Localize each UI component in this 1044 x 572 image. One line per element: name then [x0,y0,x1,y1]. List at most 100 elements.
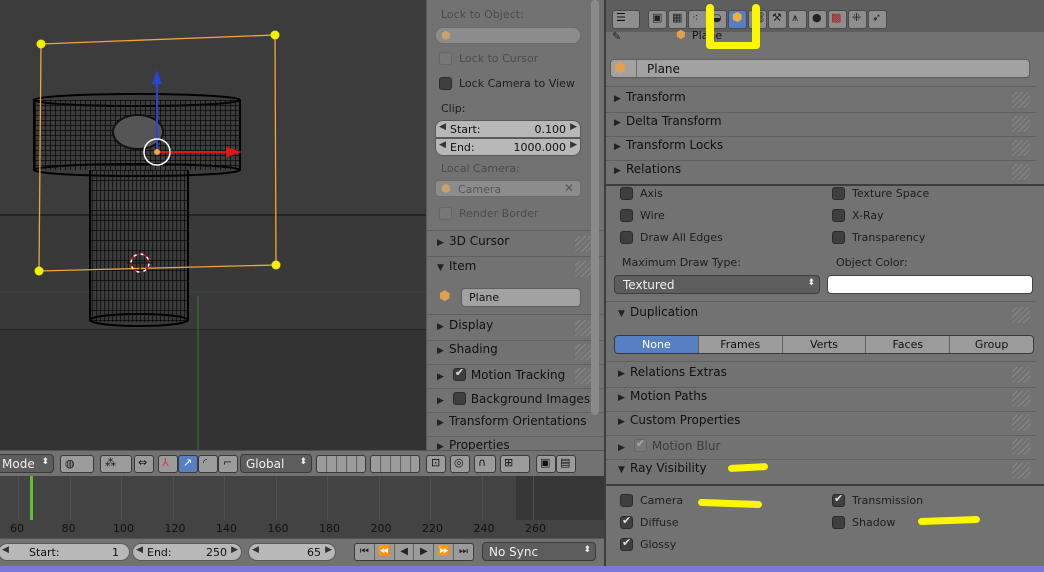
play-reverse-icon[interactable]: ◀ [394,544,415,560]
tab-material[interactable]: ● [808,10,827,29]
dup-option-faces[interactable]: Faces [866,336,951,353]
increment-arrow-icon[interactable]: ▶ [231,545,238,555]
section-transform[interactable]: ▶ Transform [614,90,1032,112]
section-motion-blur[interactable]: ▶ Motion Blur [618,437,1032,459]
texture-space-checkbox[interactable] [832,187,845,200]
section-motion-tracking[interactable]: ▶ Motion Tracking [437,366,595,388]
section-transform-locks[interactable]: ▶ Transform Locks [614,138,1032,160]
section-relations[interactable]: ▶ Relations [614,162,1032,184]
increment-arrow-icon[interactable]: ▶ [325,545,332,555]
frame-start-field[interactable]: ◀ Start: 1 [0,543,130,561]
ray-camera-checkbox[interactable] [620,494,633,507]
pin-icon[interactable]: ✎ [612,30,621,43]
wire-checkbox[interactable] [620,209,633,222]
section-custom-properties[interactable]: ▶ Custom Properties [618,413,1032,435]
decrement-arrow-icon[interactable]: ◀ [136,545,143,555]
section-background-images[interactable]: ▶ Background Images [437,390,595,412]
timeline-area[interactable]: 60 80 100 120 140 160 180 200 220 240 260 [0,476,604,538]
panel-scrollbar[interactable] [591,0,599,415]
transform-orientation-dropdown[interactable]: Global ⬍ [240,454,312,473]
tab-object[interactable]: ⬢ [728,10,747,29]
frame-end-field[interactable]: ◀ End: 250 ▶ [132,543,242,561]
decrement-arrow-icon[interactable]: ◀ [439,122,446,132]
render-animation-button[interactable]: ▤ [556,455,576,473]
lock-layers-button[interactable]: ⊡ [426,455,446,473]
local-camera-field[interactable]: ⬢ Camera ✕ [435,180,581,197]
scale-manipulator-button[interactable]: ⌐ [218,455,238,473]
decrement-arrow-icon[interactable]: ◀ [439,140,446,150]
section-duplication[interactable]: ▼ Duplication [618,305,1032,327]
sync-mode-dropdown[interactable]: No Sync ⬍ [482,542,596,561]
duplication-mode-selector[interactable]: None Frames Verts Faces Group [614,335,1034,354]
section-ray-visibility[interactable]: ▼ Ray Visibility [618,461,1032,483]
clear-icon[interactable]: ✕ [564,181,574,195]
section-motion-paths[interactable]: ▶ Motion Paths [618,389,1032,411]
section-relations-extras[interactable]: ▶ Relations Extras [618,365,1032,387]
manipulator-toggle-button[interactable]: ⅄ [158,455,178,473]
mode-dropdown[interactable]: Mode ⬍ [0,454,54,473]
background-images-checkbox[interactable] [452,392,466,405]
translate-manipulator-button[interactable]: ↗ [178,455,198,473]
section-shading[interactable]: ▶ Shading [437,342,595,364]
tab-texture[interactable]: ▩ [828,10,847,29]
max-draw-type-dropdown[interactable]: Textured ⬍ [614,275,820,294]
lock-to-object-field[interactable]: ⬢ [435,27,581,44]
clip-end-field[interactable]: ◀ End: 1000.000 ▶ [435,138,581,156]
ray-diffuse-checkbox[interactable] [620,514,633,529]
dup-option-verts[interactable]: Verts [782,336,867,353]
pivot-point-button[interactable]: ⁂ [100,455,132,473]
editor-type-dropdown[interactable]: ☰ [612,10,640,29]
3d-viewport[interactable] [0,0,426,450]
xray-checkbox[interactable] [832,209,845,222]
dup-option-frames[interactable]: Frames [698,336,783,353]
section-delta-transform[interactable]: ▶ Delta Transform [614,114,1032,136]
current-frame-field[interactable]: ◀ 65 ▶ [248,543,336,561]
render-border-checkbox[interactable] [439,207,452,220]
section-display[interactable]: ▶ Display [437,318,595,340]
prev-keyframe-icon[interactable]: ⏪ [374,544,395,560]
ray-shadow-checkbox[interactable] [832,516,845,529]
clip-start-field[interactable]: ◀ Start: 0.100 ▶ [435,120,581,138]
jump-start-icon[interactable]: ⏮ [355,544,375,560]
next-keyframe-icon[interactable]: ⏩ [434,544,455,560]
item-name-field[interactable]: Plane [461,288,581,307]
motion-blur-checkbox[interactable] [633,437,647,452]
section-properties[interactable]: ▶ Properties [437,438,595,450]
ray-transmission-checkbox[interactable] [832,492,845,507]
decrement-arrow-icon[interactable]: ◀ [252,545,259,555]
lock-to-cursor-checkbox[interactable] [439,52,452,65]
layer-buttons-group-2[interactable] [370,455,420,473]
section-3d-cursor[interactable]: ▶ 3D Cursor [437,234,595,256]
section-transform-orientations[interactable]: ▶ Transform Orientations [437,414,595,436]
tab-data[interactable]: ⩚ [788,10,807,29]
decrement-arrow-icon[interactable]: ◀ [2,545,9,555]
snap-element-dropdown[interactable]: ⊞ [500,455,530,473]
tab-physics[interactable]: ➶ [868,10,887,29]
proportional-edit-button[interactable]: ◎ [450,455,470,473]
tab-modifiers[interactable]: ⚒ [768,10,787,29]
object-color-swatch[interactable] [827,275,1033,294]
axis-checkbox[interactable] [620,187,633,200]
dup-option-none[interactable]: None [615,336,699,353]
play-icon[interactable]: ▶ [414,544,435,560]
rotate-manipulator-button[interactable]: ◜ [198,455,218,473]
tab-scene[interactable]: ⁖ [688,10,707,29]
draw-all-edges-checkbox[interactable] [620,231,633,244]
current-frame-marker[interactable] [30,476,33,520]
transparency-checkbox[interactable] [832,231,845,244]
manipulator-center-button[interactable]: ⇔ [134,455,154,473]
jump-end-icon[interactable]: ⏭ [454,544,473,560]
increment-arrow-icon[interactable]: ▶ [570,140,577,150]
dup-option-group[interactable]: Group [950,336,1033,353]
section-item[interactable]: ▼ Item [437,259,595,281]
ray-glossy-checkbox[interactable] [620,536,633,551]
lock-camera-to-view-checkbox[interactable] [439,77,452,90]
increment-arrow-icon[interactable]: ▶ [570,122,577,132]
tab-particles[interactable]: ⁜ [848,10,867,29]
viewport-shading-button[interactable]: ◍ [60,455,94,473]
motion-tracking-checkbox[interactable] [452,366,466,381]
layer-buttons-group-1[interactable] [316,455,366,473]
object-name-field[interactable]: Plane [610,59,1030,78]
snap-toggle-button[interactable]: ∩ [474,455,496,473]
tab-render-layers[interactable]: ▦ [668,10,687,29]
